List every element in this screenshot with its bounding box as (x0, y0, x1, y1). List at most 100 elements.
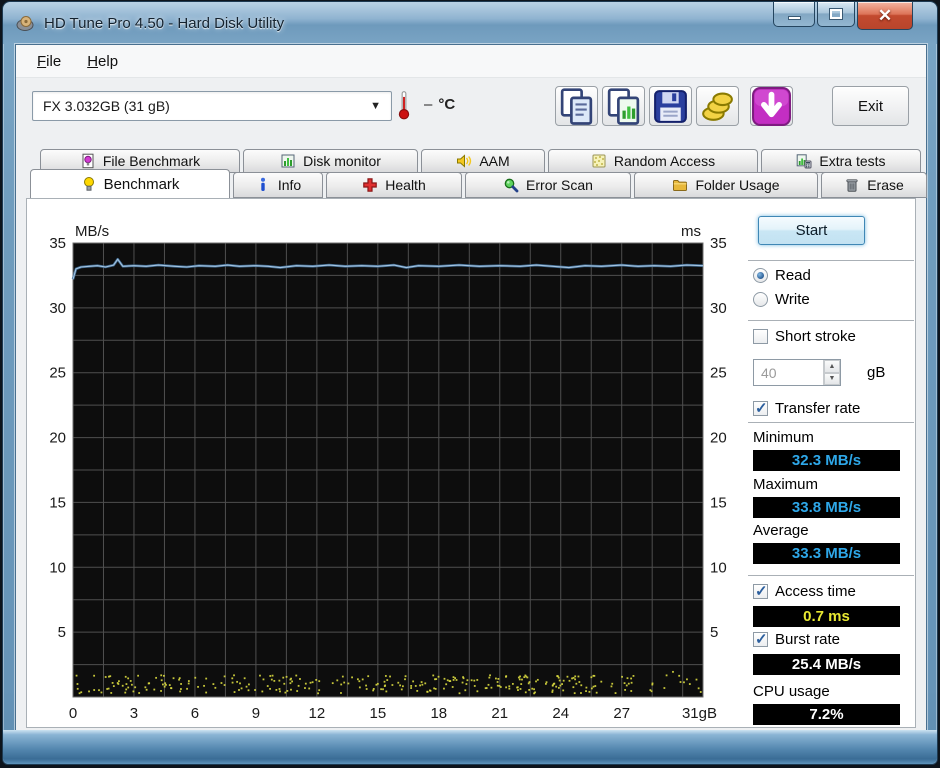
burst-rate-checkbox[interactable]: Burst rate (753, 630, 841, 648)
separator (748, 422, 914, 423)
cpu-usage-label: CPU usage (753, 683, 830, 700)
maximize-button[interactable] (817, 2, 855, 27)
spinner-up-button[interactable]: ▲ (824, 360, 840, 373)
tab-label: Random Access (613, 153, 716, 169)
drive-select-dropdown[interactable]: FX 3.032GB (31 gB) ▼ (32, 91, 392, 121)
average-value: 33.3 MB/s (753, 543, 900, 564)
tab-label: Health (385, 177, 426, 193)
exit-button[interactable]: Exit (832, 86, 909, 126)
tab-error-scan[interactable]: Error Scan (465, 172, 631, 198)
drive-select-value: FX 3.032GB (31 gB) (43, 98, 170, 114)
temperature-value: – (424, 96, 433, 113)
copy-icon (556, 86, 597, 127)
svg-text:12: 12 (309, 705, 326, 722)
burst-rate-checkbox-control[interactable] (753, 630, 768, 648)
tab-label: Folder Usage (695, 177, 780, 193)
write-radio-control[interactable] (753, 292, 768, 307)
read-radio[interactable]: Read (753, 267, 811, 284)
temperature-unit: °C (438, 96, 456, 113)
benchmark-icon (81, 176, 97, 192)
svg-text:20: 20 (49, 430, 66, 447)
tab-random-access[interactable]: Random Access (548, 149, 758, 173)
csv-export-button[interactable] (750, 86, 793, 126)
close-button[interactable]: ✕ (857, 2, 913, 30)
tab-label: File Benchmark (102, 153, 201, 169)
tab-disk-monitor[interactable]: Disk monitor (243, 149, 418, 173)
transfer-rate-checkbox-control[interactable] (753, 399, 768, 417)
read-radio-control[interactable] (753, 268, 768, 283)
hd-tune-app-icon (15, 13, 35, 33)
menu-help[interactable]: Help (74, 47, 131, 76)
write-radio-label: Write (775, 291, 810, 308)
separator (748, 260, 914, 261)
svg-text:35: 35 (49, 235, 66, 252)
svg-text:25: 25 (49, 365, 66, 382)
separator (748, 575, 914, 576)
tab-label: AAM (479, 153, 510, 169)
tab-folder-usage[interactable]: Folder Usage (634, 172, 818, 198)
tab-info[interactable]: Info (233, 172, 323, 198)
benchmark-chart: 35 35 30 30 25 25 20 20 15 15 10 10 5 5 0 3 6 9 12 15 18 21 24… (49, 223, 727, 722)
svg-text:20: 20 (710, 430, 727, 447)
short-stroke-size-spinner[interactable]: 40 ▲ ▼ (753, 359, 841, 386)
start-button[interactable]: Start (758, 216, 865, 245)
minimum-value: 32.3 MB/s (753, 450, 900, 471)
tab-benchmark[interactable]: Benchmark (30, 169, 230, 198)
svg-text:27: 27 (613, 705, 630, 722)
svg-text:21: 21 (491, 705, 508, 722)
average-label: Average (753, 522, 809, 539)
maximum-value: 33.8 MB/s (753, 497, 900, 518)
tab-health[interactable]: Health (326, 172, 462, 198)
short-stroke-checkbox[interactable]: Short stroke (753, 328, 856, 345)
title-bar[interactable]: HD Tune Pro 4.50 - Hard Disk Utility ✕ (3, 2, 937, 44)
svg-text:25: 25 (710, 365, 727, 382)
svg-text:15: 15 (710, 494, 727, 511)
transfer-rate-checkbox[interactable]: Transfer rate (753, 399, 860, 417)
download-icon (751, 86, 792, 127)
svg-text:MB/s: MB/s (75, 223, 109, 240)
access-time-checkbox[interactable]: Access time (753, 582, 856, 600)
minimize-button[interactable] (773, 2, 815, 27)
short-stroke-size-value: 40 (761, 364, 777, 381)
tab-label: Erase (867, 177, 904, 193)
close-icon: ✕ (877, 6, 893, 25)
random-access-icon (591, 153, 607, 169)
aam-icon (456, 153, 472, 169)
tab-label: Info (277, 177, 302, 193)
svg-text:10: 10 (49, 559, 66, 576)
separator (748, 320, 914, 321)
svg-text:10: 10 (710, 559, 727, 576)
tab-extra-tests[interactable]: Extra tests (761, 149, 921, 173)
menu-file[interactable]: File (24, 47, 74, 76)
svg-text:24: 24 (552, 705, 569, 722)
options-button[interactable] (696, 86, 739, 126)
menu-bar: File Help (16, 45, 926, 78)
short-stroke-checkbox-control[interactable] (753, 329, 768, 344)
window-bottom-frame (3, 730, 937, 764)
svg-text:30: 30 (710, 300, 727, 317)
spinner-down-button[interactable]: ▼ (824, 372, 840, 385)
copy-screenshot-button[interactable] (602, 86, 645, 126)
svg-text:ms: ms (681, 223, 701, 240)
write-radio[interactable]: Write (753, 291, 810, 308)
desktop-background: HD Tune Pro 4.50 - Hard Disk Utility ✕ F… (0, 0, 940, 768)
file-benchmark-icon (80, 153, 96, 169)
access-time-checkbox-control[interactable] (753, 582, 768, 600)
svg-text:31gB: 31gB (682, 705, 717, 722)
svg-text:15: 15 (49, 494, 66, 511)
burst-rate-label: Burst rate (775, 631, 841, 648)
access-time-label: Access time (775, 583, 856, 600)
coins-icon (697, 86, 738, 127)
save-screenshot-button[interactable] (649, 86, 692, 126)
burst-rate-value: 25.4 MB/s (753, 654, 900, 675)
svg-text:35: 35 (710, 235, 727, 252)
app-window: HD Tune Pro 4.50 - Hard Disk Utility ✕ F… (2, 1, 938, 765)
copy-info-button[interactable] (555, 86, 598, 126)
tab-erase[interactable]: Erase (821, 172, 927, 198)
chevron-down-icon: ▼ (370, 100, 381, 112)
health-icon (362, 177, 378, 193)
access-time-value: 0.7 ms (753, 606, 900, 627)
benchmark-content-panel: 35 35 30 30 25 25 20 20 15 15 10 10 5 5 0 3 6 9 12 15 18 21 24… (26, 198, 916, 728)
thermometer-icon (398, 90, 410, 120)
tab-aam[interactable]: AAM (421, 149, 545, 173)
